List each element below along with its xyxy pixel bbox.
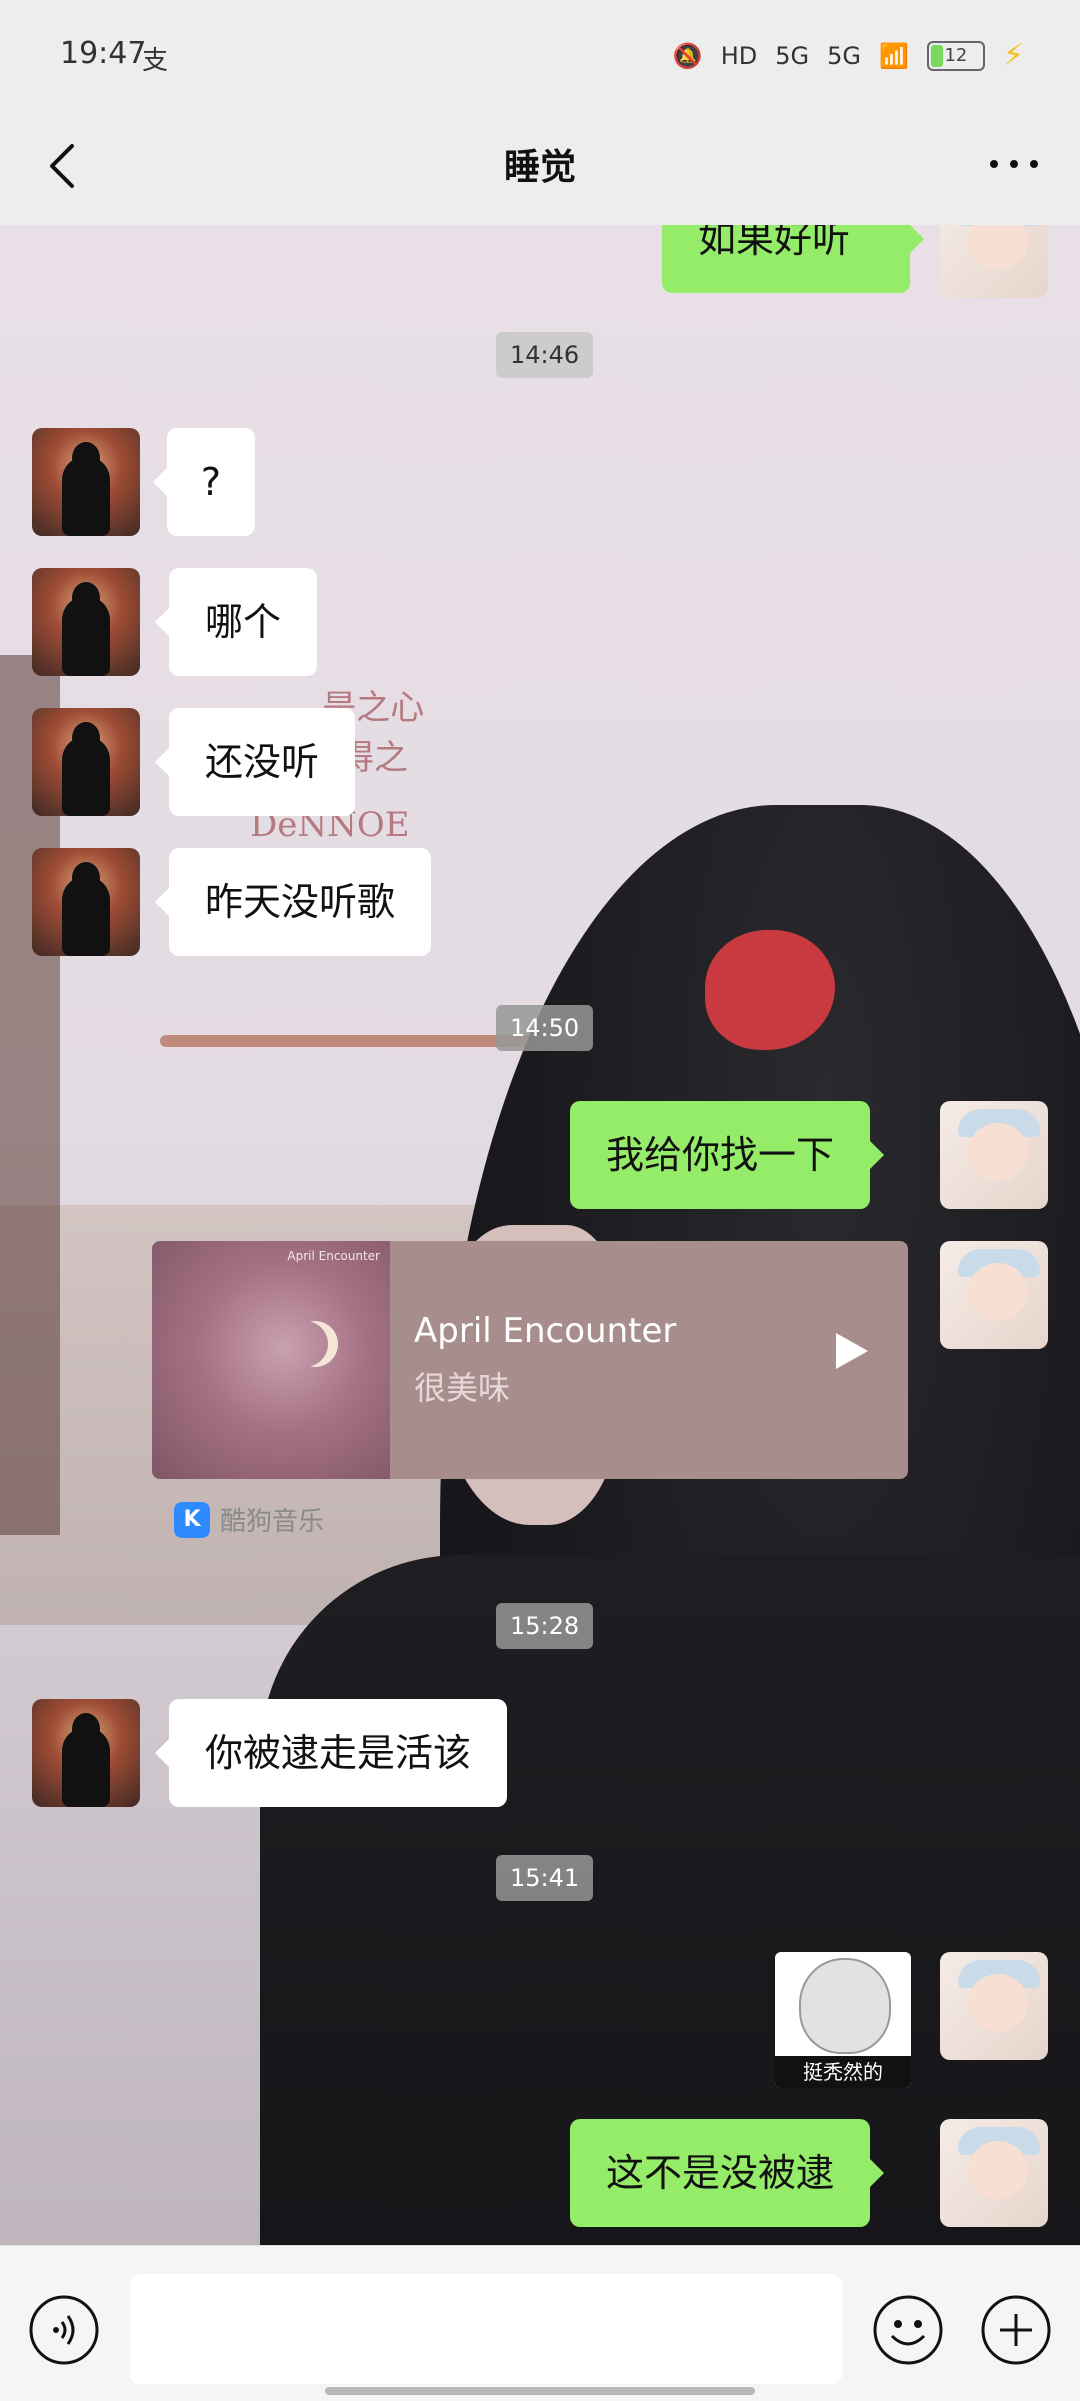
moon-icon <box>282 1321 328 1367</box>
message-bubble-received[interactable]: 哪个 <box>154 568 318 676</box>
play-icon[interactable] <box>836 1333 868 1369</box>
contact-avatar[interactable] <box>32 848 140 956</box>
music-share-card[interactable]: April Encounter April Encounter 很美味 <box>152 1241 908 1479</box>
message-bubble-sent[interactable]: 这不是没被逮 <box>570 2119 885 2227</box>
message-input[interactable] <box>130 2274 842 2384</box>
message-bubble-received[interactable]: 还没听 <box>154 708 356 816</box>
timestamp: 15:41 <box>496 1855 594 1901</box>
music-source[interactable]: K 酷狗音乐 <box>174 1501 324 1538</box>
message-bubble-sent[interactable]: 我给你找一下 <box>570 1101 885 1209</box>
album-cover: April Encounter <box>152 1241 390 1479</box>
signal-5g-icon: 5G <box>775 41 810 70</box>
contact-avatar[interactable] <box>32 428 140 536</box>
signal-5g-icon-2: 5G <box>827 41 862 70</box>
voice-input-icon[interactable] <box>28 2294 100 2366</box>
cover-title: April Encounter <box>287 1249 380 1263</box>
my-avatar[interactable] <box>940 225 1048 298</box>
battery-icon: 12 <box>926 40 985 71</box>
chat-title: 睡觉 <box>503 147 576 188</box>
song-artist: 很美味 <box>414 1369 511 1407</box>
status-time: 19:47 <box>60 36 147 71</box>
message-bubble-received[interactable]: 你被逮走是活该 <box>154 1699 508 1807</box>
input-bar <box>0 2245 1080 2401</box>
add-more-icon[interactable] <box>980 2294 1052 2366</box>
timestamp: 14:50 <box>496 1005 594 1051</box>
message-bubble-received[interactable]: ? <box>153 428 255 536</box>
mute-icon: 🔕 <box>672 41 703 70</box>
sticker-message[interactable]: 挺秃然的 <box>775 1952 911 2088</box>
kugou-icon: K <box>174 1501 210 1538</box>
my-avatar[interactable] <box>940 1952 1048 2060</box>
status-bar: 19:47 支 🔕 HD 5G 5G 📶 12 ⚡ <box>0 0 1080 110</box>
sticker-caption: 挺秃然的 <box>775 2056 911 2088</box>
charging-icon: ⚡ <box>1002 38 1024 73</box>
my-avatar[interactable] <box>940 1101 1048 1209</box>
chat-header: 睡觉 <box>0 110 1080 226</box>
status-app-icon: 支 <box>142 46 169 76</box>
contact-avatar[interactable] <box>32 708 140 816</box>
song-title: April Encounter <box>414 1311 677 1351</box>
home-indicator[interactable] <box>325 2387 755 2395</box>
hd-icon: HD <box>720 41 758 70</box>
status-icons: 🔕 HD 5G 5G 📶 12 ⚡ <box>673 38 1024 73</box>
my-avatar[interactable] <box>940 1241 1048 1349</box>
my-avatar[interactable] <box>940 2119 1048 2227</box>
timestamp: 15:28 <box>496 1603 594 1649</box>
contact-avatar[interactable] <box>32 568 140 676</box>
message-bubble-received[interactable]: 昨天没听歌 <box>154 848 432 956</box>
emoji-icon[interactable] <box>872 2294 944 2366</box>
meme-face <box>799 1958 891 2054</box>
wifi-icon: 📶 <box>879 41 909 70</box>
contact-avatar[interactable] <box>32 1699 140 1807</box>
music-source-label: 酷狗音乐 <box>220 1507 325 1537</box>
timestamp: 14:46 <box>496 332 594 378</box>
more-options-icon[interactable] <box>984 144 1044 184</box>
message-bubble-sent[interactable]: 如果好听 <box>662 225 924 293</box>
message-list[interactable]: 如果好听 14:46 ? 哪个 还没听 昨天没听歌 14:50 我给你找一下 A… <box>0 225 1080 2245</box>
